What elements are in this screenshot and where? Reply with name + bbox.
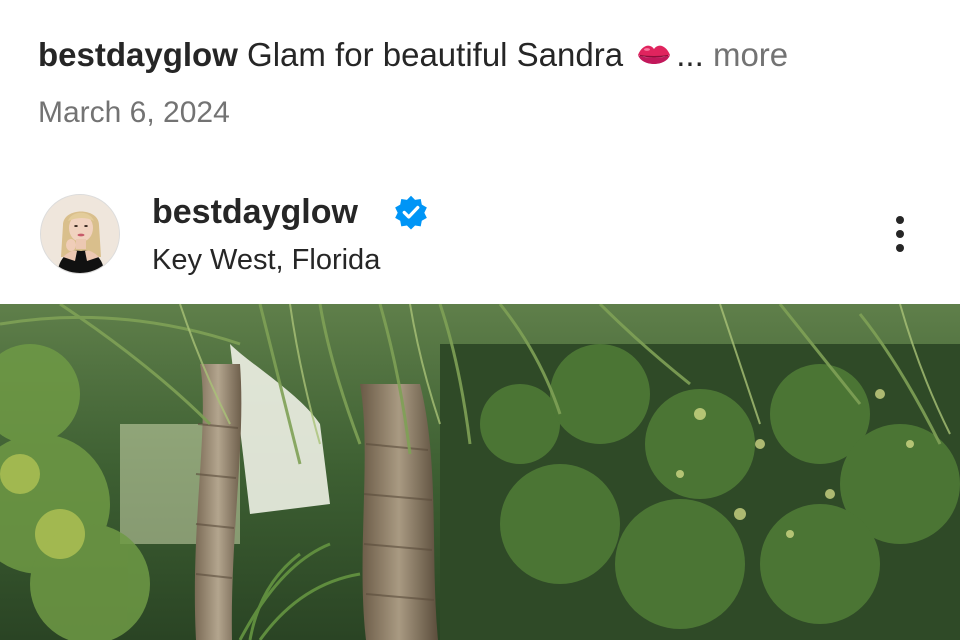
caption-text: Glam for beautiful Sandra — [247, 36, 624, 73]
caption-ellipsis: ... — [676, 36, 704, 73]
post-location[interactable]: Key West, Florida — [152, 242, 380, 278]
post-date: March 6, 2024 — [38, 96, 230, 129]
caption-username[interactable]: bestdayglow — [38, 36, 238, 73]
caption: bestdayglow Glam for beautiful Sandra ..… — [38, 34, 920, 76]
avatar[interactable] — [40, 194, 120, 274]
post-header: bestdayglow Key West, Florida — [0, 180, 960, 290]
verified-badge-icon — [395, 195, 427, 230]
post-image[interactable] — [0, 304, 960, 640]
post-username[interactable]: bestdayglow — [152, 192, 358, 232]
kiss-mark-icon — [636, 39, 672, 69]
more-link[interactable]: more — [713, 36, 788, 73]
palm-trees-photo — [0, 304, 960, 640]
three-dots-vertical-icon[interactable] — [880, 210, 920, 258]
